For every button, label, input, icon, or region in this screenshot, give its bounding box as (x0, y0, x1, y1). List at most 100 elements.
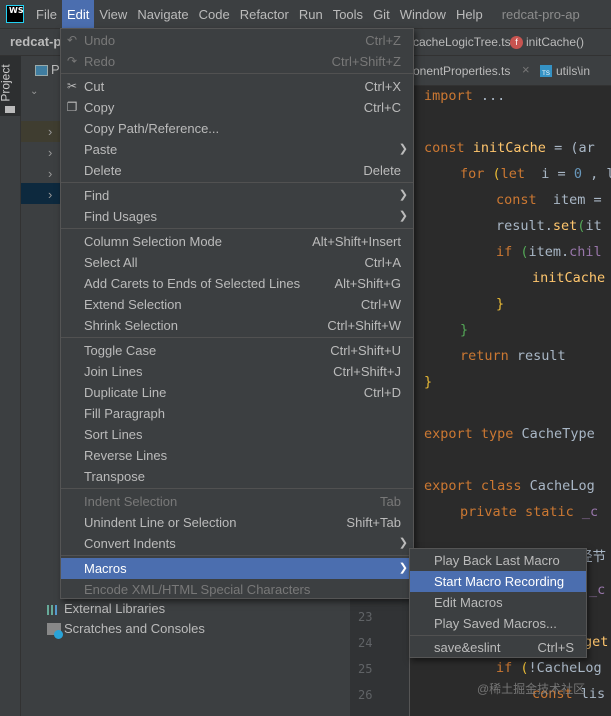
menu-item-copy-path-reference[interactable]: Copy Path/Reference... (61, 118, 413, 139)
menu-item-select-all[interactable]: Select All Ctrl+A (61, 252, 413, 273)
shortcut: Ctrl+S (537, 640, 574, 655)
shortcut: Ctrl+C (363, 100, 401, 115)
shortcut: Alt+Shift+Insert (312, 234, 401, 249)
menu-item-column-selection-mode[interactable]: Column Selection Mode Alt+Shift+Insert (61, 231, 413, 252)
submenu-item-save-eslint[interactable]: save&eslint Ctrl+S (410, 637, 586, 658)
breadcrumb-project[interactable]: redcat-p (10, 34, 61, 49)
menu-item-label: Redo (84, 54, 116, 69)
breadcrumb-file[interactable]: cacheLogicTree.ts (413, 35, 511, 49)
code-token: } (424, 374, 433, 390)
menu-item-label: Transpose (84, 469, 145, 484)
menu-item-label: Duplicate Line (84, 385, 167, 400)
menu-item-toggle-case[interactable]: Toggle Case Ctrl+Shift+U (61, 340, 413, 361)
tree-row-highlight (21, 121, 61, 142)
menu-item-add-carets-to-ends-of-selected-lines[interactable]: Add Carets to Ends of Selected Lines Alt+… (61, 273, 413, 294)
menu-item-paste[interactable]: Paste ❯ (61, 139, 413, 160)
project-tool-button[interactable]: Project (0, 56, 21, 116)
code-token: _c (581, 504, 599, 520)
submenu-item-play-saved-macros[interactable]: Play Saved Macros... (410, 613, 586, 634)
menu-item-label: Encode XML/HTML Special Characters (84, 582, 311, 597)
menu-refactor[interactable]: Refactor (235, 0, 294, 29)
code-token: CacheLog (529, 478, 595, 494)
code-token: const (496, 192, 545, 208)
chevron-right-icon[interactable]: › (48, 124, 52, 139)
tree-item-external-libraries[interactable]: External Libraries (64, 601, 165, 616)
menu-item-undo: ↶ Undo Ctrl+Z (61, 30, 413, 51)
code-token: return (460, 348, 517, 364)
menu-file[interactable]: File (31, 0, 62, 29)
code-line: result.set(it (496, 218, 602, 234)
code-token: ( (520, 244, 529, 260)
chevron-right-icon[interactable]: › (48, 145, 52, 160)
code-line: _c (589, 582, 605, 598)
menu-item-label: Find Usages (84, 209, 157, 224)
tab-utils[interactable]: utils\in (556, 64, 590, 78)
menu-item-reverse-lines[interactable]: Reverse Lines (61, 445, 413, 466)
tab-component-properties[interactable]: onentProperties.ts (413, 64, 510, 78)
menu-item-encode-xml-html-special-characters: Encode XML/HTML Special Characters (61, 579, 413, 600)
shortcut: Alt+Shift+G (334, 276, 401, 291)
menu-help[interactable]: Help (451, 0, 488, 29)
close-tab-icon[interactable]: × (522, 62, 530, 77)
menu-item-label: Edit Macros (434, 595, 503, 610)
submenu-item-edit-macros[interactable]: Edit Macros (410, 592, 586, 613)
code-token: for (460, 166, 493, 182)
menu-item-label: Reverse Lines (84, 448, 168, 463)
menu-item-label: Sort Lines (84, 427, 143, 442)
shortcut: Ctrl+A (364, 255, 401, 270)
menu-item-macros[interactable]: Macros ❯ (61, 558, 413, 579)
menu-edit[interactable]: Edit (61, 0, 95, 29)
menu-item-transpose[interactable]: Transpose (61, 466, 413, 487)
menu-window[interactable]: Window (395, 0, 451, 29)
code-token: it (585, 218, 602, 234)
breadcrumb-function[interactable]: initCache() (526, 35, 584, 49)
menu-item-sort-lines[interactable]: Sort Lines (61, 424, 413, 445)
code-token: ... (480, 88, 506, 104)
menu-item-shrink-selection[interactable]: Shrink Selection Ctrl+Shift+W (61, 315, 413, 336)
menu-item-label: Toggle Case (84, 343, 157, 358)
menu-navigate[interactable]: Navigate (132, 0, 193, 29)
menu-view[interactable]: View (94, 0, 132, 29)
project-tool-label: Project (0, 64, 13, 102)
code-token: get (584, 634, 609, 650)
code-token: item = (544, 192, 602, 208)
menu-item-label: Indent Selection (84, 494, 178, 509)
chevron-right-icon: ❯ (398, 189, 408, 201)
chevron-right-icon[interactable]: › (48, 166, 52, 181)
code-token: ( (520, 660, 529, 676)
submenu-item-play-back-last-macro[interactable]: Play Back Last Macro (410, 550, 586, 571)
menu-item-join-lines[interactable]: Join Lines Ctrl+Shift+J (61, 361, 413, 382)
webstorm-logo: WS (6, 5, 24, 23)
clock-icon (54, 630, 63, 639)
project-view-header[interactable]: P (51, 62, 60, 77)
chevron-down-icon[interactable]: ⌄ (30, 86, 38, 97)
menu-item-label: Column Selection Mode (84, 234, 223, 249)
menu-item-delete[interactable]: Delete Delete (61, 160, 413, 181)
shortcut: Ctrl+Z (365, 33, 401, 48)
menu-item-extend-selection[interactable]: Extend Selection Ctrl+W (61, 294, 413, 315)
menu-run[interactable]: Run (294, 0, 328, 29)
submenu-item-start-macro-recording[interactable]: Start Macro Recording (410, 571, 586, 592)
menu-item-find-usages[interactable]: Find Usages ❯ (61, 206, 413, 227)
menu-tools[interactable]: Tools (328, 0, 368, 29)
menu-item-fill-paragraph[interactable]: Fill Paragraph (61, 403, 413, 424)
menu-item-copy[interactable]: ❐ Copy Ctrl+C (61, 97, 413, 118)
tree-item-scratches[interactable]: Scratches and Consoles (64, 621, 205, 636)
chevron-right-icon[interactable]: › (48, 187, 52, 202)
menu-item-cut[interactable]: ✂ Cut Ctrl+X (61, 76, 413, 97)
function-icon: f (510, 36, 523, 49)
left-tool-strip: Project (0, 56, 21, 716)
menu-item-unindent-line-or-selection[interactable]: Unindent Line or Selection Shift+Tab (61, 512, 413, 533)
menu-item-duplicate-line[interactable]: Duplicate Line Ctrl+D (61, 382, 413, 403)
code-token: , l (590, 166, 611, 182)
chevron-right-icon: ❯ (398, 210, 408, 222)
menu-item-convert-indents[interactable]: Convert Indents ❯ (61, 533, 413, 554)
menu-item-find[interactable]: Find ❯ (61, 185, 413, 206)
menu-item-indent-selection: Indent Selection Tab (61, 491, 413, 512)
code-token: private static (460, 504, 582, 520)
code-line: import ... (424, 88, 505, 104)
code-token: 0 (573, 166, 582, 182)
line-number: 24 (358, 636, 373, 650)
menu-git[interactable]: Git (368, 0, 395, 29)
menu-code[interactable]: Code (194, 0, 235, 29)
